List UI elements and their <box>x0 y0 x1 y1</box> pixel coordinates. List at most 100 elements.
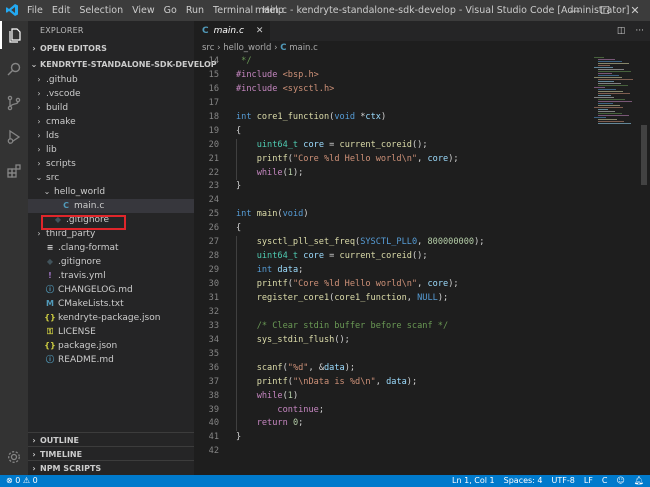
tree-item-cmakelists-txt[interactable]: M CMakeLists.txt <box>28 297 194 311</box>
editor-scrollbar[interactable] <box>640 55 648 475</box>
tree-item-license[interactable]: ⚿ LICENSE <box>28 325 194 339</box>
tree-item-package-json[interactable]: {} package.json <box>28 339 194 353</box>
markdown-icon: ⓘ <box>46 285 54 294</box>
code-text: continue; <box>236 404 324 418</box>
minimap-line <box>598 89 616 90</box>
minimap[interactable] <box>590 55 640 125</box>
code-editor[interactable]: 14 */15 #include <bsp.h> 16 #include <sysct… <box>194 55 590 475</box>
tree-item-kendryte-package-json[interactable]: {} kendryte-package.json <box>28 311 194 325</box>
code-token: sys_stdin_flush <box>256 334 335 345</box>
highlight-box <box>41 215 126 230</box>
yaml-icon: ! <box>48 271 52 280</box>
code-token: ); <box>344 362 356 373</box>
tree-item-label: lds <box>46 131 59 141</box>
menu-item-run[interactable]: Run <box>186 5 204 16</box>
minimize-button[interactable]: — <box>560 0 590 21</box>
breadcrumb-src[interactable]: src <box>202 43 214 53</box>
code-token: ); <box>292 167 304 178</box>
code-token: } <box>236 432 242 443</box>
cursor-position[interactable]: Ln 1, Col 1 <box>452 475 495 487</box>
menu-item-go[interactable]: Go <box>164 5 177 16</box>
code-token: ); <box>448 153 459 164</box>
open-editors-label: OPEN EDITORS <box>40 44 107 53</box>
code-token: data <box>324 362 345 373</box>
run-debug-activity[interactable] <box>0 123 28 151</box>
split-editor-icon[interactable]: ◫ <box>617 26 626 36</box>
tab-main-c[interactable]: C main.c ✕ <box>194 21 270 41</box>
code-token: ) <box>292 390 299 401</box>
tree-item-cmake[interactable]: › cmake <box>28 115 194 129</box>
encoding[interactable]: UTF-8 <box>552 475 575 487</box>
tree-item-clang-format[interactable]: ≡ .clang-format <box>28 241 194 255</box>
menu-item-selection[interactable]: Selection <box>79 5 123 16</box>
tree-item-label: cmake <box>46 117 76 127</box>
tree-item-travis-yml[interactable]: ! .travis.yml <box>28 269 194 283</box>
code-text: uint64_t core = current_coreid(); <box>236 250 428 264</box>
breadcrumb-hello-world[interactable]: hello_world <box>223 43 271 53</box>
indentation[interactable]: Spaces: 4 <box>504 475 543 487</box>
menu-item-terminal[interactable]: Terminal <box>213 5 253 16</box>
tree-item-lib[interactable]: › lib <box>28 143 194 157</box>
code-line: 41} <box>194 431 242 445</box>
project-section[interactable]: ⌄ KENDRYTE-STANDALONE-SDK-DEVELOP <box>28 57 217 73</box>
tree-item-main-c[interactable]: Cmain.c <box>28 199 194 213</box>
minimap-line <box>598 75 619 76</box>
menu-item-edit[interactable]: Edit <box>52 5 70 16</box>
tree-item-hello-world[interactable]: ⌄ hello_world <box>28 185 194 199</box>
tree-item-build[interactable]: › build <box>28 101 194 115</box>
manage-activity[interactable] <box>0 443 28 471</box>
code-token: ); <box>474 237 485 248</box>
chevron-right-icon: › <box>37 89 41 98</box>
title-bar: File Edit Selection View Go Run Terminal Help m… <box>0 0 650 21</box>
more-actions-icon[interactable]: ··· <box>635 26 644 36</box>
breadcrumb-main-c[interactable]: main.c <box>289 43 318 53</box>
chevron-right-icon: › <box>37 131 41 140</box>
line-number: 14 <box>208 56 219 66</box>
language-mode[interactable]: C <box>602 475 608 487</box>
code-text: printf("\nData is %d\n", data); <box>236 376 417 390</box>
line-number: 27 <box>208 237 219 248</box>
tree-item-lds[interactable]: › lds <box>28 129 194 143</box>
feedback-icon[interactable]: ☺ <box>617 475 625 487</box>
tree-item-src[interactable]: ⌄ src <box>28 171 194 185</box>
breadcrumb: src › hello_world › C main.c <box>194 41 650 55</box>
minimap-line <box>598 113 622 114</box>
menu-item-view[interactable]: View <box>132 5 155 16</box>
code-line: 17 <box>194 97 219 111</box>
tree-item-gitignore[interactable]: ◆ .gitignore <box>28 255 194 269</box>
tree-item-scripts[interactable]: › scripts <box>28 157 194 171</box>
maximize-button[interactable]: ☐ <box>590 0 620 21</box>
menu-item-file[interactable]: File <box>27 5 43 16</box>
source-control-activity[interactable] <box>0 89 28 117</box>
code-token: int <box>236 209 252 220</box>
code-token: core1_function <box>334 292 407 303</box>
tree-item-vscode[interactable]: › .vscode <box>28 87 194 101</box>
code-text: int core1_function(void *ctx) <box>236 111 386 125</box>
scrollbar-thumb[interactable] <box>641 125 647 185</box>
search-activity[interactable] <box>0 55 28 83</box>
code-token: { <box>236 223 242 234</box>
code-token: 800000000 <box>427 237 475 248</box>
bell-icon[interactable]: 🔔︎ <box>634 475 644 487</box>
tree-item-readme-md[interactable]: ⓘ README.md <box>28 353 194 367</box>
end-of-line[interactable]: LF <box>584 475 593 487</box>
tree-item-changelog-md[interactable]: ⓘ CHANGELOG.md <box>28 283 194 297</box>
minimap-line <box>598 65 610 66</box>
close-button[interactable]: ✕ <box>620 0 650 21</box>
open-editors-section[interactable]: › OPEN EDITORS <box>28 41 194 57</box>
code-text: while(1) <box>236 390 298 404</box>
close-icon[interactable]: ✕ <box>256 26 264 36</box>
code-token: (); <box>411 251 428 262</box>
explorer-activity[interactable] <box>0 21 28 49</box>
code-token: , <box>406 292 418 303</box>
chevron-right-icon: › <box>37 117 41 126</box>
code-line: 40 return 0; <box>194 417 304 431</box>
extensions-activity[interactable] <box>0 157 28 185</box>
tree-item-github[interactable]: › .github <box>28 73 194 87</box>
problems-status[interactable]: ⊗ 0 ⚠ 0 <box>6 475 38 487</box>
code-line: 20 uint64_t core = current_coreid(); <box>194 139 428 153</box>
